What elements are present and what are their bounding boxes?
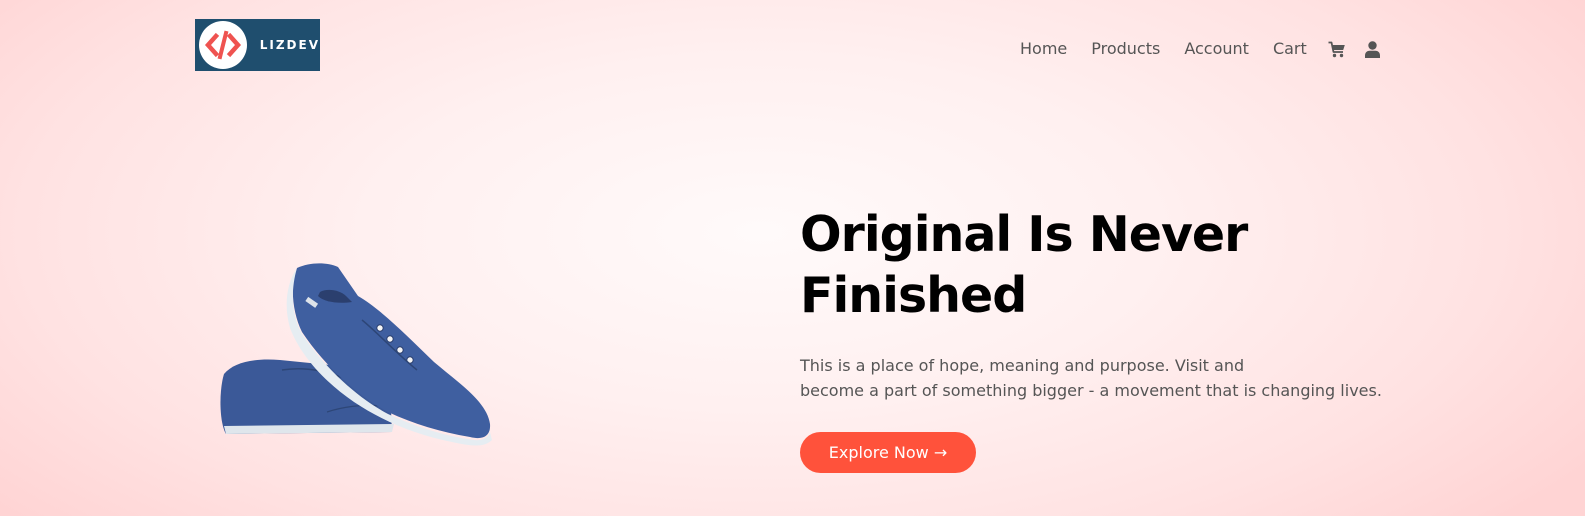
- code-brackets-icon: [199, 21, 247, 69]
- hero-description-line-1: This is a place of hope, meaning and pur…: [800, 356, 1245, 375]
- hero-title: Original Is Never Finished: [800, 204, 1400, 326]
- explore-now-button[interactable]: Explore Now →: [800, 432, 976, 473]
- brand-name: LIZDEV: [259, 38, 320, 52]
- nav-account-link[interactable]: Account: [1184, 38, 1249, 60]
- hero-description: This is a place of hope, meaning and pur…: [800, 353, 1400, 403]
- nav-home-link[interactable]: Home: [1020, 38, 1067, 60]
- cart-icon[interactable]: [1327, 38, 1347, 60]
- brand-logo[interactable]: LIZDEV: [195, 19, 320, 71]
- hero-shoe-image: [212, 262, 502, 447]
- hero-title-line-1: Original Is Never: [800, 206, 1248, 263]
- user-icon[interactable]: [1363, 38, 1383, 60]
- nav-cart-link[interactable]: Cart: [1273, 38, 1307, 60]
- hero-description-line-2: become a part of something bigger - a mo…: [800, 381, 1382, 400]
- nav-products-link[interactable]: Products: [1091, 38, 1160, 60]
- hero-title-line-2: Finished: [800, 267, 1027, 324]
- main-nav: Home Products Account Cart: [1000, 38, 1383, 60]
